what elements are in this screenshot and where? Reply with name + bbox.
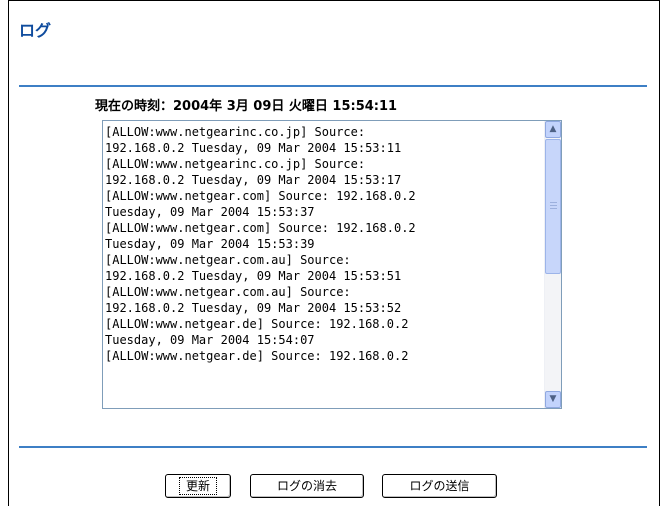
button-row: 更新 ログの消去 ログの送信 — [9, 474, 661, 500]
top-divider — [19, 85, 647, 87]
log-panel: ログ 現在の時刻：2004年 3月 09日 火曜日 15:54:11 [ALLO… — [8, 0, 660, 506]
clear-log-button[interactable]: ログの消去 — [250, 474, 364, 498]
log-content: [ALLOW:www.netgearinc.co.jp] Source: 192… — [105, 125, 416, 363]
grip-icon — [550, 202, 557, 209]
page-title: ログ — [19, 21, 52, 40]
scrollbar-thumb[interactable] — [545, 139, 561, 274]
log-scrollbar[interactable]: ▲ ▼ — [544, 121, 561, 408]
refresh-button-label: 更新 — [178, 477, 217, 495]
current-time: 現在の時刻：2004年 3月 09日 火曜日 15:54:11 — [95, 99, 398, 114]
refresh-button[interactable]: 更新 — [165, 474, 231, 498]
chevron-up-icon: ▲ — [549, 124, 557, 134]
scroll-up-button[interactable]: ▲ — [545, 121, 561, 138]
scroll-down-button[interactable]: ▼ — [545, 391, 561, 408]
send-log-button[interactable]: ログの送信 — [382, 474, 497, 498]
chevron-down-icon: ▼ — [549, 394, 557, 404]
log-textarea[interactable]: [ALLOW:www.netgearinc.co.jp] Source: 192… — [102, 120, 562, 409]
bottom-divider — [19, 446, 647, 448]
